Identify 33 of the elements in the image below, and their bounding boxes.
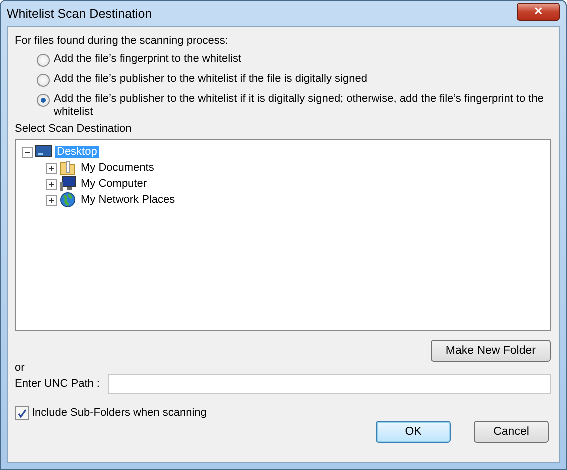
folder-icon [59,160,77,176]
dialog-button[interactable]: Cancel [474,421,549,443]
radio-button[interactable] [37,74,50,87]
computer-icon [59,176,77,192]
section-label: Select Scan Destination [15,123,133,135]
tree-item[interactable]: My Network Places [79,194,178,206]
make-folder-button[interactable]: Make New Folder [430,340,551,362]
tree-item[interactable]: My Computer [79,178,150,190]
desktop-icon [35,145,53,159]
plus-icon [48,180,55,188]
expand-toggle[interactable] [46,178,57,190]
expand-toggle[interactable] [46,194,57,206]
radio-button[interactable] [37,94,50,107]
expand-toggle[interactable] [46,162,57,174]
plus-icon [48,164,55,172]
check-icon [18,408,26,418]
tree-item[interactable]: My Documents [79,162,156,174]
plus-icon [48,196,55,204]
prompt-text: For files found during the scanning process: [15,35,230,47]
checkbox[interactable] [15,406,29,420]
collapse-toggle[interactable] [22,146,33,158]
checkbox-label: Include Sub-Folders when scanning [32,407,207,419]
close-button[interactable]: ✕ [517,2,560,20]
radio-button[interactable] [37,54,50,67]
unc-label: Enter UNC Path : [15,378,100,390]
unc-path-field[interactable] [108,374,551,394]
option-label: Add the file’s publisher to the whitelist if it is digitally signed; otherwise, add the file’s fingerprint to the whitelist [54,93,545,119]
window-title: Whitelist Scan Destination [7,6,152,20]
dialog-button[interactable]: OK [376,421,451,443]
or-text: or [15,362,26,374]
globe-icon [59,192,77,208]
option-label: Add the file’s fingerprint to the whitelist [54,53,242,66]
option-label: Add the file’s publisher to the whitelist if the file is digitally signed [54,73,368,86]
